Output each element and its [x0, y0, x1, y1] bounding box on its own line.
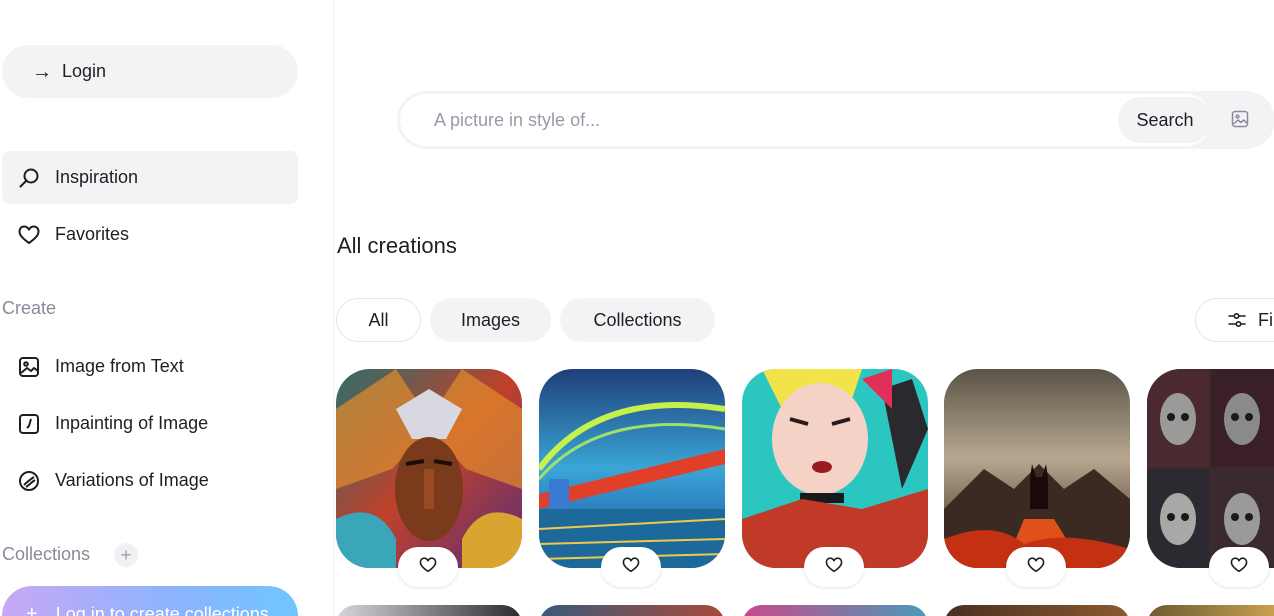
creation-card[interactable] [1147, 605, 1274, 616]
creation-card[interactable] [336, 605, 522, 616]
creation-card[interactable] [944, 605, 1130, 616]
heart-icon [419, 556, 437, 578]
heart-icon [17, 223, 41, 247]
search-input[interactable] [434, 94, 1094, 146]
search-icon [17, 166, 41, 190]
add-collection-icon[interactable]: + [114, 543, 138, 567]
creation-card[interactable] [539, 605, 725, 616]
search-bar: Search [397, 91, 1274, 149]
sliders-icon [1228, 312, 1246, 328]
login-label: Login [62, 61, 107, 81]
search-button[interactable]: Search [1118, 97, 1212, 143]
filter-images-tab[interactable]: Images [430, 298, 551, 342]
heart-icon [1027, 556, 1045, 578]
image-icon [17, 355, 41, 379]
favorite-button[interactable] [1006, 547, 1066, 587]
create-collections-button[interactable]: + Log in to create collections [2, 586, 298, 616]
sidebar-item-inpainting[interactable]: Inpainting of Image [2, 397, 298, 450]
create-section-label: Create [2, 298, 57, 318]
page-title: All creations [337, 233, 457, 258]
sidebar-item-label: Variations of Image [55, 470, 209, 490]
favorite-button[interactable] [398, 547, 458, 587]
favorite-button[interactable] [1209, 547, 1269, 587]
arrow-right-icon: → [32, 60, 52, 83]
variations-icon [17, 469, 41, 493]
sidebar: → Login Inspiration Favorites Create Ima… [0, 0, 334, 616]
sidebar-item-label: Inpainting of Image [55, 413, 209, 433]
sidebar-item-image-from-text[interactable]: Image from Text [2, 340, 298, 393]
creation-card[interactable] [1147, 369, 1274, 568]
creation-card[interactable] [742, 369, 928, 568]
inpainting-icon [17, 412, 41, 436]
sidebar-item-label: Favorites [55, 224, 130, 244]
favorite-button[interactable] [601, 547, 661, 587]
image-upload-icon[interactable] [1231, 110, 1251, 130]
heart-icon [622, 556, 640, 578]
create-collections-label: Log in to create collections [55, 604, 269, 616]
creation-image [742, 369, 928, 568]
creation-image [539, 369, 725, 568]
creation-card[interactable] [336, 369, 522, 568]
creation-image [336, 369, 522, 568]
sidebar-item-variations[interactable]: Variations of Image [2, 454, 298, 507]
filter-collections-tab[interactable]: Collections [560, 298, 715, 342]
heart-icon [825, 556, 843, 578]
sidebar-item-label: Inspiration [55, 167, 139, 187]
heart-icon [1230, 556, 1248, 578]
filters-button[interactable]: Filters [1195, 298, 1274, 342]
plus-icon: + [26, 603, 38, 616]
filter-all-tab[interactable]: All [336, 298, 421, 342]
sidebar-item-label: Image from Text [55, 356, 184, 376]
login-button[interactable]: → Login [2, 45, 298, 98]
search-field-container: Search [400, 94, 1212, 146]
creation-image [944, 369, 1130, 568]
creation-card[interactable] [944, 369, 1130, 568]
creation-card[interactable] [539, 369, 725, 568]
filters-label: Filters [1258, 309, 1274, 330]
sidebar-item-favorites[interactable]: Favorites [2, 208, 298, 261]
creation-image [1147, 369, 1274, 568]
favorite-button[interactable] [804, 547, 864, 587]
collections-section-label: Collections [2, 544, 91, 564]
sidebar-item-inspiration[interactable]: Inspiration [2, 151, 298, 204]
creation-card[interactable] [742, 605, 928, 616]
